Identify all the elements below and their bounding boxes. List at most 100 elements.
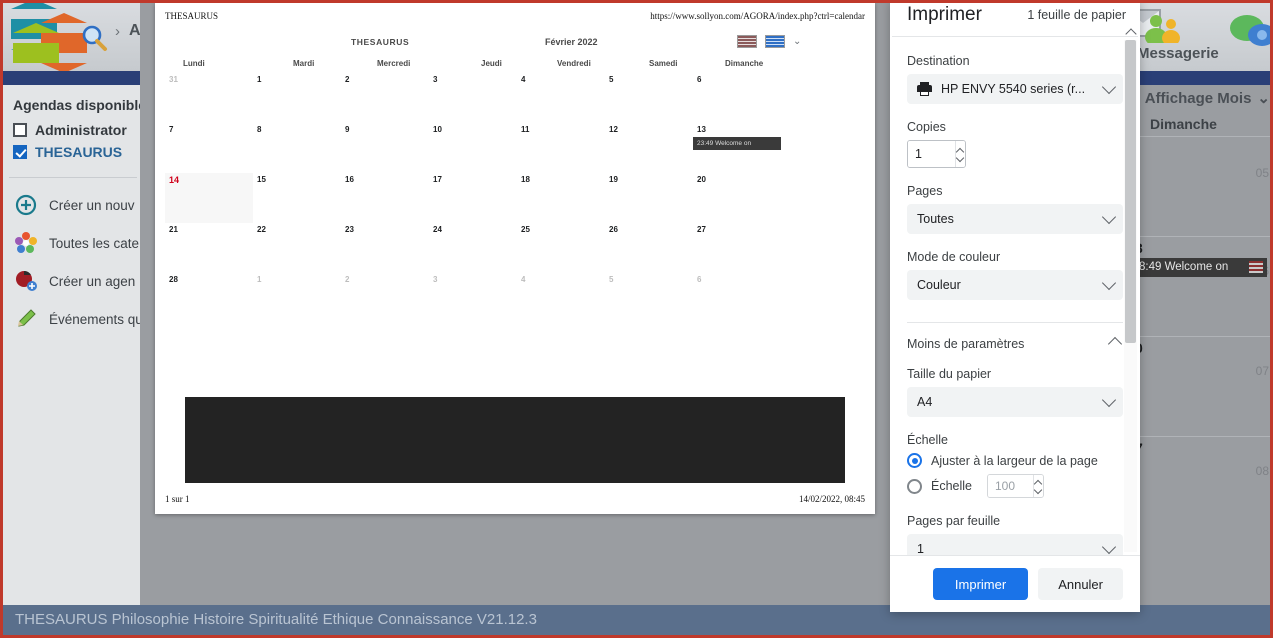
sidebar-item-create-agenda[interactable]: Créer un agen bbox=[3, 262, 143, 300]
chevron-down-icon[interactable] bbox=[1102, 210, 1116, 224]
scale-fit-option[interactable]: Ajuster à la largeur de la page bbox=[907, 453, 1123, 468]
copies-spin-buttons[interactable] bbox=[955, 141, 965, 167]
calendar-day-number: 28 bbox=[169, 275, 178, 284]
search-icon[interactable] bbox=[79, 23, 109, 53]
calendar-day-cell[interactable]: 22 bbox=[253, 223, 341, 273]
calendar-event[interactable]: 23:49 Welcome on bbox=[693, 137, 781, 150]
pencil-icon bbox=[15, 308, 37, 330]
day-name: Mercredi bbox=[377, 59, 410, 68]
day-name: Jeudi bbox=[481, 59, 502, 68]
calendar-day-cell[interactable]: 20 bbox=[693, 173, 781, 223]
chevron-down-icon[interactable] bbox=[1102, 393, 1116, 407]
copies-stepper[interactable] bbox=[907, 140, 966, 168]
scale-custom-option[interactable]: Échelle bbox=[907, 474, 1123, 498]
pages-per-sheet-select[interactable]: 1 bbox=[907, 534, 1123, 556]
chat-bubbles-icon[interactable] bbox=[1229, 13, 1273, 54]
checkbox-icon[interactable] bbox=[13, 123, 27, 137]
page-footer-date: 14/02/2022, 08:45 bbox=[799, 494, 865, 504]
chevron-down-icon[interactable] bbox=[1102, 276, 1116, 290]
pages-select[interactable]: Toutes bbox=[907, 204, 1123, 234]
destination-select[interactable]: HP ENVY 5540 series (r... bbox=[907, 74, 1123, 104]
background-calendar-event[interactable]: 8:49 Welcome on bbox=[1133, 258, 1267, 277]
calendar-day-cell[interactable]: 17 bbox=[429, 173, 517, 223]
decrement-icon[interactable] bbox=[1035, 488, 1042, 493]
calendar-day-cell[interactable]: 3 bbox=[429, 273, 517, 323]
print-button[interactable]: Imprimer bbox=[933, 568, 1028, 600]
preview-black-block bbox=[185, 397, 845, 483]
calendar-day-cell[interactable]: 11 bbox=[517, 123, 605, 173]
calendar-day-cell[interactable]: 10 bbox=[429, 123, 517, 173]
calendar-day-cell[interactable]: 5 bbox=[605, 273, 693, 323]
calendar-day-cell[interactable]: 21 bbox=[165, 223, 253, 273]
increment-icon[interactable] bbox=[957, 148, 964, 153]
calendar-day-cell[interactable]: 28 bbox=[165, 273, 253, 323]
radio-selected-icon[interactable] bbox=[907, 453, 922, 468]
calendar-day-cell[interactable]: 18 bbox=[517, 173, 605, 223]
calendar-view-toolbar[interactable]: Affichage Mois ⌄ bbox=[1130, 86, 1270, 110]
print-dialog-scrollbar[interactable] bbox=[1124, 40, 1137, 552]
agenda-checkbox-thesaurus[interactable]: THESAURUS bbox=[3, 141, 143, 163]
calendar-day-cell[interactable]: 23 bbox=[341, 223, 429, 273]
agenda-checkbox-administrator[interactable]: Administrator bbox=[3, 119, 143, 141]
header-divider bbox=[892, 36, 1138, 37]
radio-unselected-icon[interactable] bbox=[907, 479, 922, 494]
calendar-day-cell[interactable]: 8 bbox=[253, 123, 341, 173]
scale-input[interactable] bbox=[988, 475, 1033, 497]
calendar-day-cell[interactable]: 15 bbox=[253, 173, 341, 223]
calendar-day-cell[interactable]: 1 bbox=[253, 73, 341, 123]
month-view-icon bbox=[765, 35, 785, 48]
calendar-day-cell[interactable]: 31 bbox=[165, 73, 253, 123]
calendar-day-cell[interactable]: 19 bbox=[605, 173, 693, 223]
paper-size-select[interactable]: A4 bbox=[907, 387, 1123, 417]
chevron-up-icon[interactable] bbox=[1108, 337, 1122, 351]
increment-icon[interactable] bbox=[1035, 480, 1042, 485]
checkbox-checked-icon[interactable] bbox=[13, 145, 27, 159]
page-footer: 1 sur 1 14/02/2022, 08:45 bbox=[165, 494, 865, 508]
calendar-day-cell[interactable]: 9 bbox=[341, 123, 429, 173]
calendar-day-cell[interactable]: 2 bbox=[341, 73, 429, 123]
calendar-day-cell[interactable]: 6 bbox=[693, 273, 781, 323]
calendar-day-number: 1 bbox=[257, 275, 261, 284]
pages-per-sheet-label: Pages par feuille bbox=[907, 514, 1123, 528]
calendar-day-cell[interactable]: 1 bbox=[253, 273, 341, 323]
calendar-day-cell[interactable]: 25 bbox=[517, 223, 605, 273]
more-settings-label: Moins de paramètres bbox=[907, 337, 1024, 351]
chevron-down-icon[interactable] bbox=[1102, 540, 1116, 554]
messaging-block[interactable]: Messagerie bbox=[1121, 7, 1271, 71]
sidebar-item-label: Toutes les cate bbox=[49, 236, 139, 251]
more-settings-toggle[interactable]: Moins de paramètres bbox=[907, 323, 1123, 351]
chevron-down-icon[interactable]: ⌄ bbox=[1257, 89, 1270, 107]
copies-input[interactable] bbox=[908, 141, 955, 167]
calendar-day-cell[interactable]: 3 bbox=[429, 73, 517, 123]
sidebar-item-past-events[interactable]: Événements qu bbox=[3, 300, 143, 338]
scrollbar-thumb[interactable] bbox=[1125, 40, 1136, 343]
calendar-day-cell[interactable]: 1323:49 Welcome on bbox=[693, 123, 781, 173]
calendar-day-cell[interactable]: 7 bbox=[165, 123, 253, 173]
calendar-day-cell[interactable]: 16 bbox=[341, 173, 429, 223]
view-mode-label: Affichage Mois bbox=[1145, 90, 1252, 107]
calendar-day-number: 19 bbox=[609, 175, 618, 184]
calendar-day-cell[interactable]: 12 bbox=[605, 123, 693, 173]
calendar-day-cell[interactable]: 14 bbox=[165, 173, 253, 223]
cancel-button[interactable]: Annuler bbox=[1038, 568, 1123, 600]
decrement-icon[interactable] bbox=[957, 156, 964, 161]
calendar-day-cell[interactable]: 6 bbox=[693, 73, 781, 123]
preview-agenda-name: THESAURUS bbox=[351, 37, 409, 47]
calendar-day-cell[interactable]: 26 bbox=[605, 223, 693, 273]
sidebar-divider bbox=[9, 177, 137, 178]
sidebar-item-create-event[interactable]: Créer un nouv bbox=[3, 186, 143, 224]
background-event-label: 8:49 Welcome on bbox=[1139, 261, 1228, 273]
week-view-icon bbox=[737, 35, 757, 48]
color-mode-select[interactable]: Couleur bbox=[907, 270, 1123, 300]
scale-spin-buttons[interactable] bbox=[1033, 475, 1043, 497]
scale-stepper[interactable] bbox=[987, 474, 1044, 498]
calendar-day-cell[interactable]: 4 bbox=[517, 273, 605, 323]
scale-fit-label: Ajuster à la largeur de la page bbox=[931, 454, 1098, 468]
calendar-day-cell[interactable]: 2 bbox=[341, 273, 429, 323]
calendar-day-cell[interactable]: 27 bbox=[693, 223, 781, 273]
sidebar-item-all-categories[interactable]: Toutes les cate bbox=[3, 224, 143, 262]
chevron-down-icon[interactable] bbox=[1102, 80, 1116, 94]
calendar-day-cell[interactable]: 4 bbox=[517, 73, 605, 123]
calendar-day-cell[interactable]: 5 bbox=[605, 73, 693, 123]
calendar-day-cell[interactable]: 24 bbox=[429, 223, 517, 273]
